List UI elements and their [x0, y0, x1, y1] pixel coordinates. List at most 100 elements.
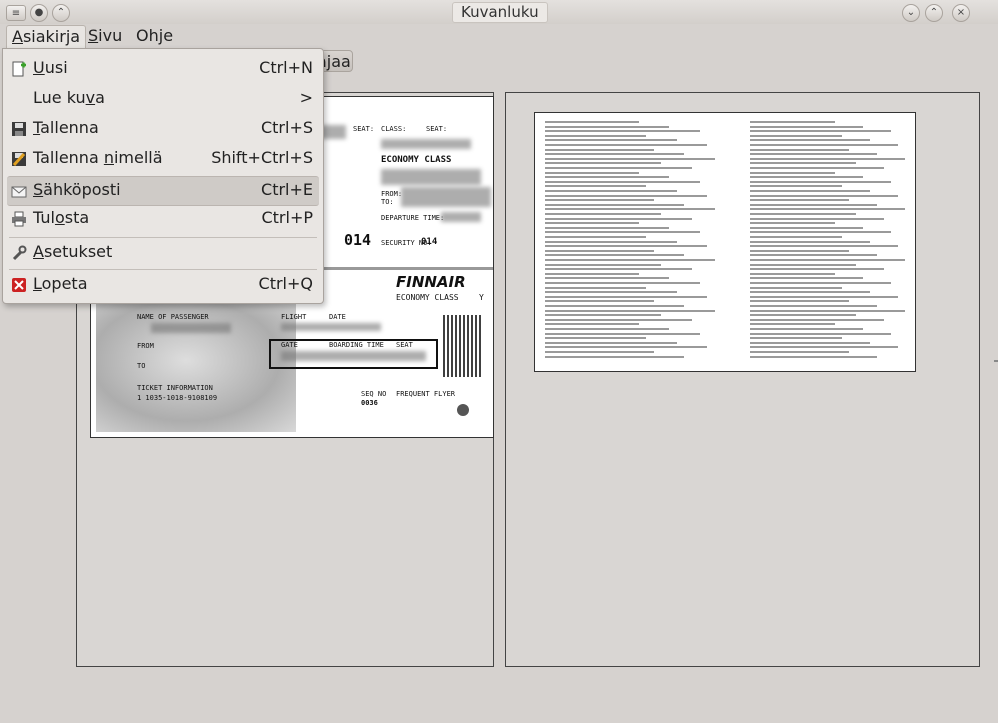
- close-icon[interactable]: ×: [952, 4, 970, 22]
- menu-asiakirja[interactable]: Asiakirja: [6, 25, 87, 48]
- document-text-line: [750, 167, 885, 169]
- menubar: Asiakirja Sivu Ohje: [0, 24, 998, 48]
- menu-item-label: Lopeta: [33, 274, 88, 294]
- document-text-line: [545, 190, 677, 192]
- minimize-dot-icon[interactable]: ●: [30, 4, 48, 22]
- document-text-line: [545, 139, 677, 142]
- shortcut-label: Ctrl+Q: [258, 274, 313, 293]
- menu-ohje[interactable]: Ohje: [131, 25, 178, 47]
- document-text-line: [545, 121, 639, 123]
- document-text-line: [545, 300, 654, 303]
- document-text-line: [545, 194, 708, 197]
- label-post: usi: [44, 58, 68, 77]
- document-text-line: [545, 323, 639, 326]
- document-text-line: [750, 208, 905, 211]
- menu-item-lue-kuva[interactable]: Lue kuva >: [3, 85, 323, 113]
- label-mnemonic: v: [85, 88, 96, 107]
- document-text-line: [750, 268, 885, 271]
- document-text-line: [750, 190, 871, 192]
- document-text-line: [545, 282, 700, 284]
- document-text-line: [545, 263, 662, 266]
- shortcut-label: Ctrl+E: [261, 180, 313, 199]
- label-gate: GATE: [281, 341, 298, 349]
- menu-item-label: Tallenna nimellä: [33, 148, 163, 168]
- document-text-line: [750, 176, 864, 179]
- label-boarding-time: BOARDING TIME: [329, 341, 384, 349]
- document-text-line: [545, 236, 647, 238]
- document-text-line: [750, 185, 843, 188]
- label-flight: FLIGHT: [281, 313, 307, 321]
- menu-item-tallenna-nimella[interactable]: Tallenna nimellä Shift+Ctrl+S: [3, 145, 323, 173]
- document-text-line: [750, 213, 857, 215]
- document-text-line: [750, 328, 864, 330]
- asiakirja-dropdown-menu: Uusi Ctrl+N Lue kuva > Tallenna Ctrl+S T…: [2, 48, 324, 304]
- label-to: TO:: [381, 198, 394, 206]
- minimize-icon[interactable]: ⌄: [902, 4, 920, 22]
- label-date: DATE: [329, 313, 346, 321]
- document-text-line: [545, 226, 670, 229]
- menu-item-tallenna[interactable]: Tallenna Ctrl+S: [3, 115, 323, 143]
- label-post: ähköposti: [43, 180, 121, 199]
- document-text-line: [750, 305, 878, 307]
- document-text-line: [750, 318, 885, 321]
- submenu-arrow-icon: >: [299, 88, 313, 107]
- document-text-line: [545, 185, 647, 188]
- menu-item-label: Tulosta: [33, 208, 89, 228]
- menu-item-asetukset[interactable]: Asetukset: [3, 239, 323, 267]
- document-text-line: [545, 351, 654, 353]
- document-text-line: [750, 259, 905, 261]
- document-text-line: [750, 153, 878, 156]
- label-mnemonic: o: [54, 208, 65, 227]
- label-frequent-flyer: FREQUENT FLYER: [396, 390, 456, 398]
- document-text-line: [545, 328, 670, 330]
- quit-icon: [12, 278, 26, 292]
- document-text-line: [750, 162, 857, 165]
- document-text-line: [750, 125, 864, 128]
- label-departure: DEPARTURE TIME:: [381, 214, 445, 222]
- menu-item-tulosta[interactable]: Tulosta Ctrl+P: [3, 205, 323, 233]
- menu-item-sahkoposti[interactable]: Sähköposti Ctrl+E: [7, 176, 319, 206]
- document-text-line: [750, 332, 892, 335]
- menu-item-uusi[interactable]: Uusi Ctrl+N: [3, 55, 323, 83]
- document-text-line: [750, 231, 892, 234]
- menu-item-label: Sähköposti: [33, 180, 121, 200]
- airline-logo: FINNAIR: [396, 273, 466, 291]
- document-text-line: [545, 341, 677, 344]
- window-menu-icon[interactable]: ≡: [6, 5, 26, 21]
- document-text-line: [545, 171, 639, 174]
- label-mnemonic: S: [33, 180, 44, 199]
- shortcut-label: Ctrl+P: [261, 208, 313, 227]
- label-name-of-passenger: NAME OF PASSENGER: [137, 313, 209, 321]
- document-text-line: [545, 295, 708, 298]
- document-text-line: [750, 254, 878, 257]
- document-text-line: [750, 286, 843, 289]
- seq-number: 0036: [361, 399, 378, 407]
- print-icon: [12, 211, 26, 227]
- label-post: allenna: [40, 118, 99, 137]
- document-text-line: [545, 217, 693, 220]
- document-text-line: [750, 203, 878, 206]
- document-text-line: [750, 226, 864, 229]
- label-pre: Tallenna: [33, 148, 104, 167]
- menu-item-lopeta[interactable]: Lopeta Ctrl+Q: [3, 271, 323, 299]
- document-text-line: [545, 245, 708, 248]
- maximize-icon[interactable]: ⌃: [925, 4, 943, 22]
- document-text-line: [750, 240, 871, 243]
- menu-ohje-label-rest: e: [163, 26, 174, 45]
- scanned-page-2[interactable]: [534, 112, 916, 372]
- keep-above-icon[interactable]: ⌃: [52, 4, 70, 22]
- boarding-number-large: 014: [344, 231, 372, 249]
- label-pre: Lue ku: [33, 88, 86, 107]
- document-text-line: [545, 157, 715, 160]
- document-text-line: [545, 180, 700, 183]
- document-text-line: [750, 121, 836, 123]
- label-mnemonic: n: [103, 148, 114, 167]
- menu-separator: [9, 269, 317, 270]
- label-post: imellä: [113, 148, 163, 167]
- document-text-line: [750, 263, 857, 266]
- document-text-line: [750, 272, 836, 275]
- menu-sivu[interactable]: Sivu: [83, 25, 127, 47]
- menu-sivu-label: ivu: [98, 26, 123, 45]
- document-text-line: [545, 337, 647, 340]
- document-text-line: [545, 134, 647, 137]
